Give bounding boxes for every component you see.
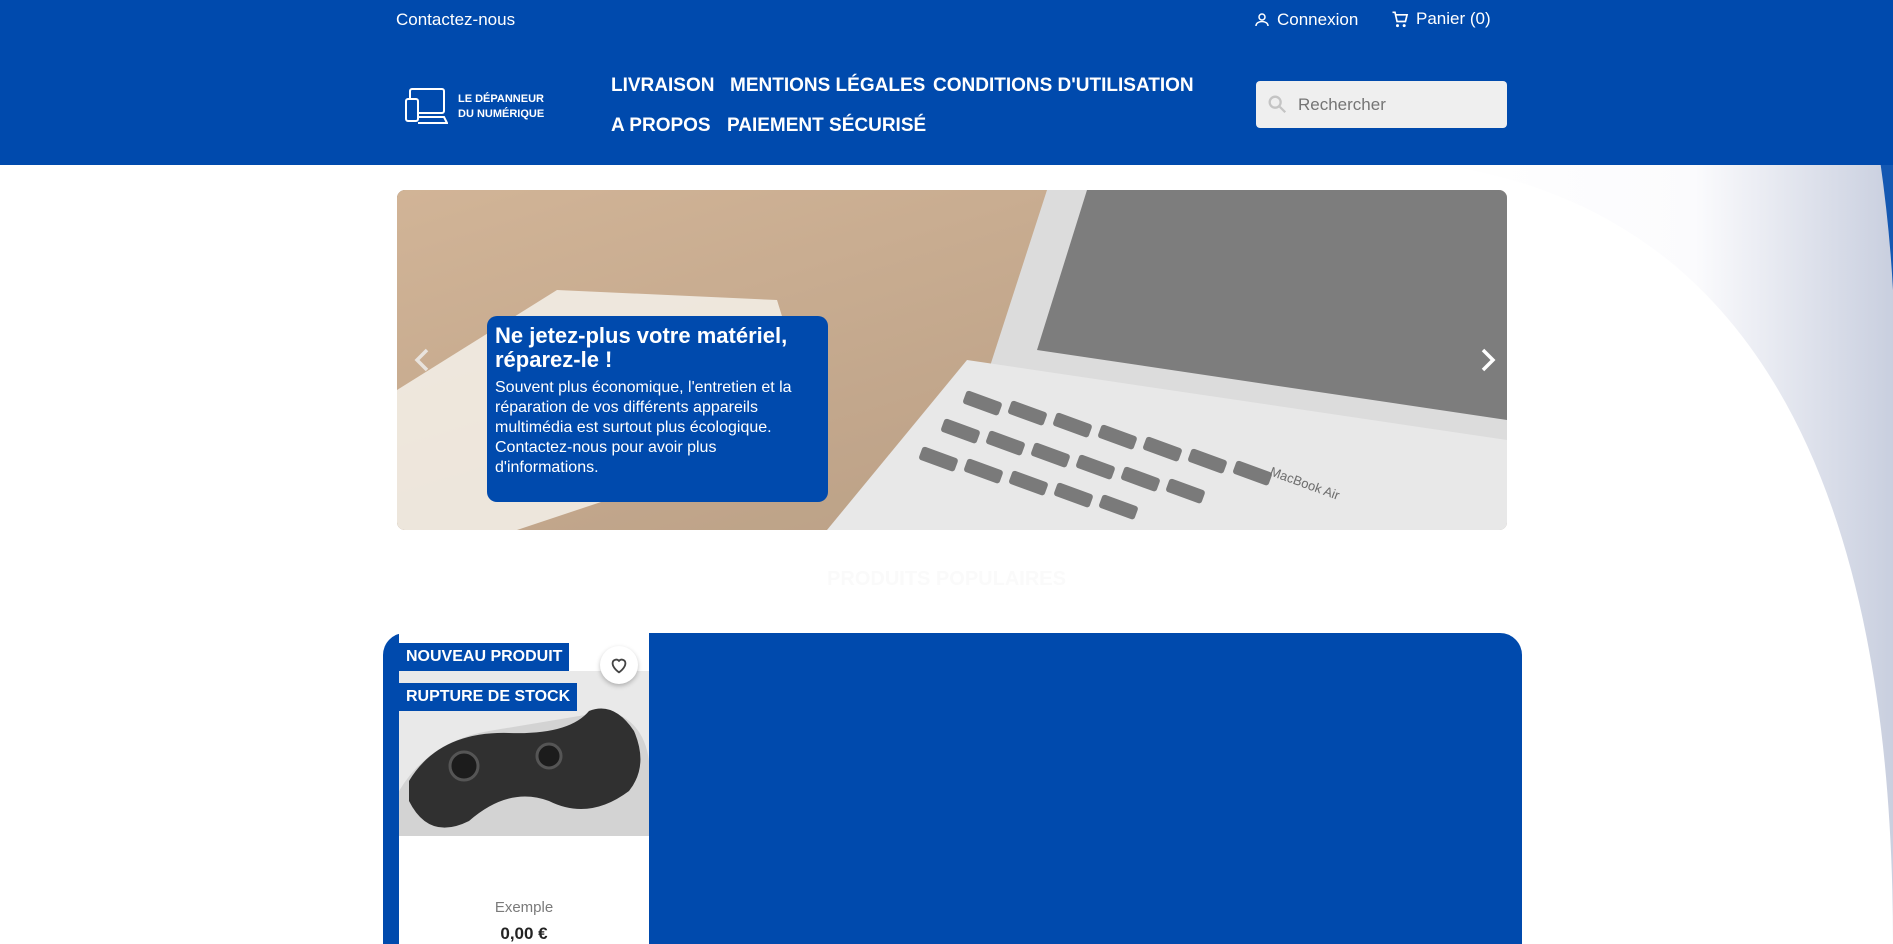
menu-item-a-propos[interactable]: A PROPOS bbox=[611, 115, 711, 137]
cart-label: Panier (0) bbox=[1416, 9, 1491, 28]
devices-icon bbox=[405, 88, 448, 124]
chevron-right-icon[interactable] bbox=[1473, 340, 1501, 380]
cart-link[interactable]: Panier (0) bbox=[1390, 9, 1491, 29]
login-label: Connexion bbox=[1277, 10, 1359, 29]
site-logo[interactable]: LE DÉPANNEUR DU NUMÉRIQUE bbox=[404, 84, 554, 130]
product-price: 0,00 € bbox=[500, 924, 548, 943]
user-icon bbox=[1255, 13, 1269, 27]
menu-item-mentions-legales[interactable]: MENTIONS LÉGALES bbox=[730, 75, 925, 97]
cart-icon bbox=[1392, 11, 1409, 28]
slide-text: Souvent plus économique, l'entretien et … bbox=[495, 379, 792, 476]
logo-line-2: DU NUMÉRIQUE bbox=[458, 108, 545, 120]
site-header: Contactez-nous Connexion Panier (0) LE D… bbox=[0, 0, 1893, 165]
product-name[interactable]: Exemple bbox=[399, 899, 649, 916]
login-link[interactable]: Connexion bbox=[1253, 10, 1358, 30]
slide-title: Ne jetez-plus votre matériel, réparez-le… bbox=[495, 323, 788, 372]
search-box bbox=[1256, 81, 1507, 128]
search-input[interactable] bbox=[1296, 93, 1495, 116]
product-card[interactable]: NOUVEAU PRODUIT RUPTURE DE STOCK Exemple… bbox=[399, 633, 649, 944]
contact-link[interactable]: Contactez-nous bbox=[396, 10, 515, 30]
section-title: PRODUITS POPULAIRES bbox=[827, 568, 1066, 590]
menu-item-paiement[interactable]: PAIEMENT SÉCURISÉ bbox=[727, 115, 926, 137]
chevron-left-icon[interactable] bbox=[409, 340, 437, 380]
hero-carousel: MacBook Air Ne jetez-plus votre matériel… bbox=[397, 190, 1507, 530]
top-bar: Contactez-nous Connexion Panier (0) bbox=[396, 9, 1506, 32]
logo-line-1: LE DÉPANNEUR bbox=[458, 93, 544, 105]
search-icon[interactable] bbox=[1266, 93, 1288, 115]
flag-new-product: NOUVEAU PRODUIT bbox=[399, 643, 570, 671]
wishlist-button[interactable] bbox=[600, 646, 638, 684]
slide-caption: Ne jetez-plus votre matériel, réparez-le… bbox=[487, 316, 828, 502]
menu-item-conditions[interactable]: CONDITIONS D'UTILISATION bbox=[933, 75, 1194, 97]
logo-text: LE DÉPANNEUR DU NUMÉRIQUE bbox=[458, 92, 548, 122]
product-list: NOUVEAU PRODUIT RUPTURE DE STOCK Exemple… bbox=[383, 633, 1522, 944]
menu-item-livraison[interactable]: LIVRAISON bbox=[611, 75, 714, 97]
flag-out-of-stock: RUPTURE DE STOCK bbox=[399, 683, 578, 711]
heart-icon bbox=[611, 658, 627, 674]
